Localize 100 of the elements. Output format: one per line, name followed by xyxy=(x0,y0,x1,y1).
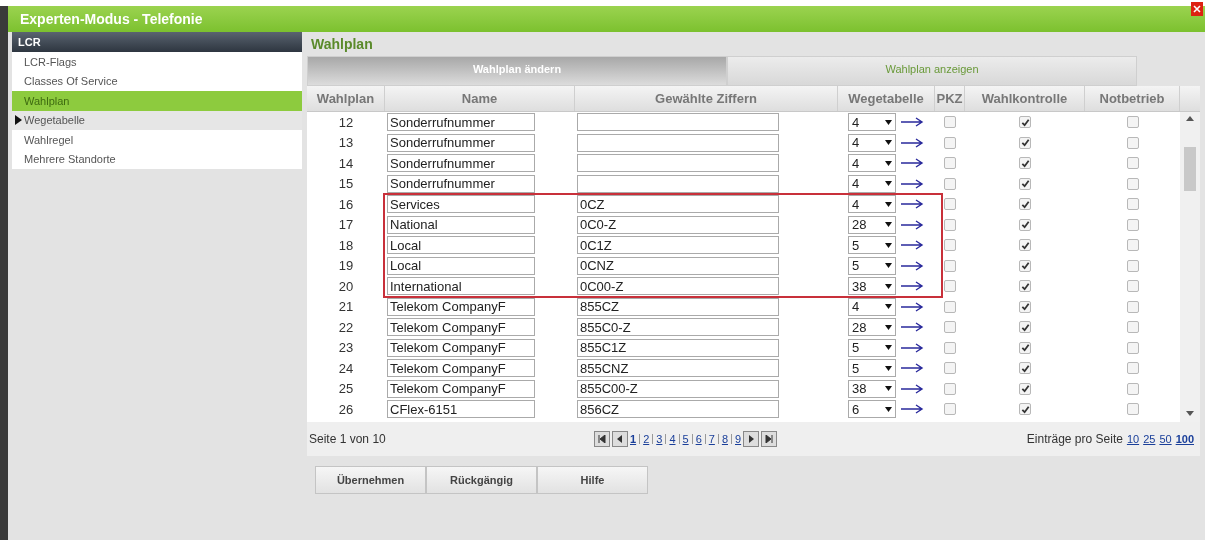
digits-field[interactable]: 0C00-Z xyxy=(577,277,779,296)
arrow-right-icon[interactable] xyxy=(900,342,924,353)
checkbox[interactable] xyxy=(1019,382,1031,395)
checkbox[interactable] xyxy=(1126,259,1139,272)
checkbox[interactable] xyxy=(944,300,956,313)
name-field[interactable]: CFlex-6151 xyxy=(387,400,535,419)
close-button[interactable] xyxy=(1191,2,1203,16)
checkbox[interactable] xyxy=(1126,239,1139,252)
name-field[interactable]: Sonderrufnummer xyxy=(387,113,535,132)
name-field[interactable]: Telekom CompanyF xyxy=(387,379,535,398)
digits-field[interactable]: 855C00-Z xyxy=(577,379,779,398)
route-dropdown[interactable]: 4 xyxy=(848,133,896,152)
checkbox[interactable] xyxy=(944,403,956,416)
arrow-right-icon[interactable] xyxy=(900,404,924,415)
checkbox[interactable] xyxy=(1126,321,1139,334)
action-button[interactable]: Hilfe xyxy=(537,466,648,494)
checkbox[interactable] xyxy=(1126,362,1139,375)
page-link[interactable]: 4 xyxy=(669,430,676,448)
page-link[interactable]: 2 xyxy=(643,430,650,448)
page-link[interactable]: 9 xyxy=(735,430,742,448)
arrow-right-icon[interactable] xyxy=(900,137,924,148)
arrow-right-icon[interactable] xyxy=(900,199,924,210)
digits-field[interactable]: 0C0-Z xyxy=(577,215,779,234)
checkbox[interactable] xyxy=(1019,280,1031,293)
name-field[interactable]: Telekom CompanyF xyxy=(387,297,535,316)
route-dropdown[interactable]: 28 xyxy=(848,318,896,337)
digits-field[interactable]: 855C1Z xyxy=(577,338,779,357)
name-field[interactable]: Sonderrufnummer xyxy=(387,174,535,193)
checkbox[interactable] xyxy=(1019,341,1031,354)
checkbox[interactable] xyxy=(1126,341,1139,354)
sidebar-item[interactable]: Mehrere Standorte xyxy=(12,149,302,169)
checkbox[interactable] xyxy=(1019,116,1031,129)
checkbox[interactable] xyxy=(1019,321,1031,334)
checkbox[interactable] xyxy=(944,198,956,211)
arrow-right-icon[interactable] xyxy=(900,383,924,394)
checkbox[interactable] xyxy=(944,136,956,149)
checkbox[interactable] xyxy=(944,239,956,252)
name-field[interactable]: National xyxy=(387,215,535,234)
checkbox[interactable] xyxy=(1019,362,1031,375)
page-link[interactable]: 7 xyxy=(708,430,715,448)
checkbox[interactable] xyxy=(944,280,956,293)
arrow-right-icon[interactable] xyxy=(900,301,924,312)
digits-field[interactable] xyxy=(577,154,779,173)
sidebar-item[interactable]: Classes Of Service xyxy=(12,71,302,91)
checkbox[interactable] xyxy=(1019,218,1031,231)
checkbox[interactable] xyxy=(1126,177,1139,190)
action-button[interactable]: Übernehmen xyxy=(315,466,426,494)
per-page-link[interactable]: 50 xyxy=(1159,430,1172,448)
checkbox[interactable] xyxy=(1019,403,1031,416)
digits-field[interactable]: 0CZ xyxy=(577,195,779,214)
digits-field[interactable]: 855CNZ xyxy=(577,359,779,378)
checkbox[interactable] xyxy=(1126,136,1139,149)
checkbox[interactable] xyxy=(944,382,956,395)
checkbox[interactable] xyxy=(1126,218,1139,231)
arrow-right-icon[interactable] xyxy=(900,219,924,230)
checkbox[interactable] xyxy=(1019,239,1031,252)
name-field[interactable]: Services xyxy=(387,195,535,214)
name-field[interactable]: Local xyxy=(387,256,535,275)
digits-field[interactable] xyxy=(577,174,779,193)
route-dropdown[interactable]: 4 xyxy=(848,113,896,132)
route-dropdown[interactable]: 5 xyxy=(848,338,896,357)
page-link[interactable]: 6 xyxy=(695,430,702,448)
route-dropdown[interactable]: 4 xyxy=(848,154,896,173)
checkbox[interactable] xyxy=(944,259,956,272)
first-page-button[interactable] xyxy=(594,431,610,447)
checkbox[interactable] xyxy=(1126,403,1139,416)
arrow-right-icon[interactable] xyxy=(900,281,924,292)
digits-field[interactable]: 855C0-Z xyxy=(577,318,779,337)
route-dropdown[interactable]: 5 xyxy=(848,236,896,255)
checkbox[interactable] xyxy=(1019,136,1031,149)
route-dropdown[interactable]: 38 xyxy=(848,277,896,296)
sidebar-item[interactable]: LCR-Flags xyxy=(12,52,302,72)
arrow-right-icon[interactable] xyxy=(900,158,924,169)
checkbox[interactable] xyxy=(1126,116,1139,129)
checkbox[interactable] xyxy=(1126,382,1139,395)
scrollbar[interactable] xyxy=(1180,112,1200,422)
route-dropdown[interactable]: 5 xyxy=(848,359,896,378)
per-page-link[interactable]: 25 xyxy=(1143,430,1156,448)
scroll-up-icon[interactable] xyxy=(1186,116,1194,121)
checkbox[interactable] xyxy=(944,116,956,129)
name-field[interactable]: Telekom CompanyF xyxy=(387,338,535,357)
per-page-link[interactable]: 10 xyxy=(1126,430,1140,448)
digits-field[interactable] xyxy=(577,133,779,152)
checkbox[interactable] xyxy=(1126,280,1139,293)
sidebar-item[interactable]: Wahlregel xyxy=(12,130,302,150)
page-link[interactable]: 3 xyxy=(656,430,663,448)
arrow-right-icon[interactable] xyxy=(900,178,924,189)
checkbox[interactable] xyxy=(1126,198,1139,211)
page-link[interactable]: 5 xyxy=(682,430,689,448)
arrow-right-icon[interactable] xyxy=(900,117,924,128)
arrow-right-icon[interactable] xyxy=(900,363,924,374)
name-field[interactable]: Sonderrufnummer xyxy=(387,133,535,152)
arrow-right-icon[interactable] xyxy=(900,240,924,251)
route-dropdown[interactable]: 5 xyxy=(848,256,896,275)
last-page-button[interactable] xyxy=(761,431,778,447)
checkbox[interactable] xyxy=(944,321,956,334)
route-dropdown[interactable]: 4 xyxy=(848,297,896,316)
digits-field[interactable]: 856CZ xyxy=(577,400,779,419)
action-button[interactable]: Rückgängig xyxy=(426,466,537,494)
checkbox[interactable] xyxy=(1019,300,1031,313)
